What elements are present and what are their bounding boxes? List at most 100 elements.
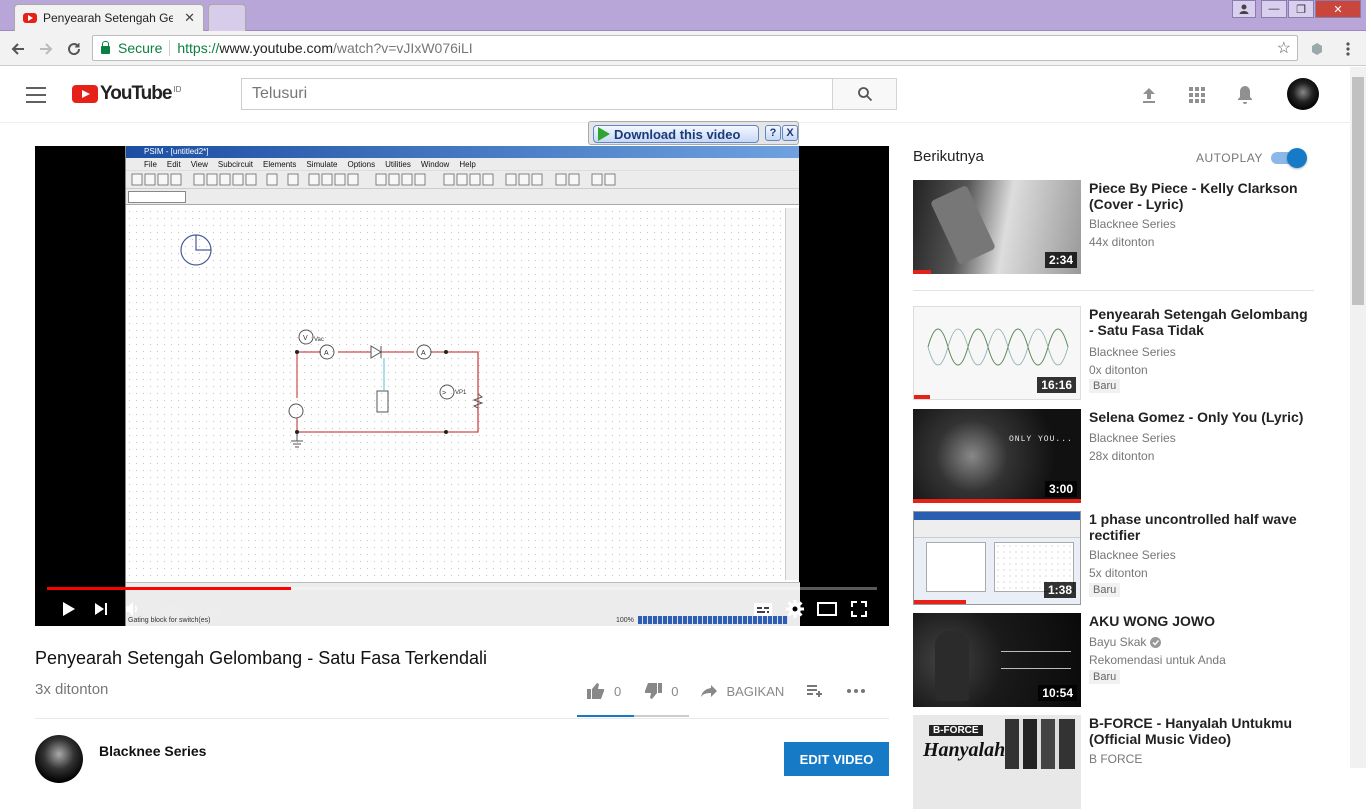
recommendation-title[interactable]: 1 phase uncontrolled half wave rectifier [1089,511,1309,543]
dislike-button[interactable]: 0 [637,682,690,700]
recommendation-item[interactable]: 10:54 AKU WONG JOWO Bayu Skak Rekomendas… [913,613,1313,707]
play-icon [63,602,75,616]
youtube-favicon-icon [23,13,37,23]
thumbs-up-icon [587,683,604,699]
recommendation-views: 5x ditonton [1089,566,1148,580]
psim-toolbar-icons [131,173,616,186]
recommendation-title[interactable]: Selena Gomez - Only You (Lyric) [1089,409,1309,425]
url-host: www.youtube.com [219,40,333,56]
duration-badge: 3:00 [1044,481,1077,497]
maximize-button[interactable]: ❐ [1288,0,1314,18]
duration-badge: 10:54 [1038,685,1077,701]
verified-check-icon [1150,636,1162,648]
recommendation-item[interactable]: 1:38 1 phase uncontrolled half wave rect… [913,511,1313,605]
svg-text:A: A [324,350,329,357]
recommendation-item[interactable]: 16:16 Penyearah Setengah Gelombang - Sat… [913,306,1313,400]
chrome-menu-icon[interactable] [1336,37,1360,61]
download-video-button[interactable]: Download this video [593,125,759,143]
youtube-play-icon [72,85,98,103]
tab-active[interactable]: Penyearah Setengah Gelom ✕ [14,4,204,31]
next-button[interactable] [85,595,117,623]
recommendation-item[interactable]: ONLY YOU... 3:00 Selena Gomez - Only You… [913,409,1313,503]
recommendation-channel: B FORCE [1089,752,1143,766]
youtube-logo[interactable]: YouTube ID [72,83,181,105]
channel-avatar[interactable] [35,735,83,783]
recommendation-item[interactable]: B-FORCE Hanyalah B-FORCE - Hanyalah Untu… [913,715,1313,809]
up-next-heading: Berikutnya [913,148,984,165]
vp1-label: VP1 [455,390,467,396]
volume-button[interactable] [117,595,149,623]
video-progress-bar[interactable] [47,587,877,590]
recommendation-title[interactable]: B-FORCE - Hanyalah Untukmu (Official Mus… [1089,715,1309,747]
reload-button[interactable] [62,37,86,61]
video-player[interactable]: PSIM - [untitled2*] File Edit View Subcircu… [35,146,889,626]
theater-icon [817,602,837,616]
recommendation-title[interactable]: Piece By Piece - Kelly Clarkson (Cover -… [1089,180,1309,212]
youtube-header: YouTube ID Telusuri [0,67,1350,123]
divider [35,718,889,719]
hamburger-menu-icon[interactable] [26,87,46,103]
fullscreen-button[interactable] [843,595,875,623]
psim-canvas: A A V > Vac VP1 [126,208,786,580]
like-button[interactable]: 0 [580,682,633,700]
secure-indicator[interactable]: Secure [93,40,162,56]
play-button[interactable] [53,595,85,623]
upload-icon[interactable] [1138,84,1160,106]
new-badge: Baru [1089,583,1121,597]
settings-button[interactable] [779,595,811,623]
search-input[interactable]: Telusuri [241,78,833,110]
url-protocol: https:// [177,40,220,56]
more-actions-button[interactable] [840,689,878,693]
user-profile-button[interactable] [1232,0,1256,18]
window-close-button[interactable]: ✕ [1315,0,1361,18]
minimize-button[interactable]: — [1261,0,1287,18]
tab-close-icon[interactable]: ✕ [184,10,195,26]
dislike-count: 0 [671,683,679,699]
page-scrollbar[interactable] [1350,67,1366,768]
logo-country: ID [173,84,182,94]
add-to-playlist-button[interactable] [800,684,836,698]
recommendation-item[interactable]: 2:34 Piece By Piece - Kelly Clarkson (Co… [913,180,1313,274]
search-button[interactable] [832,78,897,110]
theater-mode-button[interactable] [811,595,843,623]
bookmark-star-icon[interactable]: ☆ [1277,38,1291,58]
video-thumbnail[interactable]: 2:34 [913,180,1081,274]
recommendation-title[interactable]: Penyearah Setengah Gelombang - Satu Fasa… [1089,306,1309,338]
circuit-diagram: A A V > Vac VP1 [180,234,484,448]
share-button[interactable]: BAGIKAN [694,684,796,699]
fullscreen-icon [851,601,867,617]
video-thumbnail[interactable]: ONLY YOU... 3:00 [913,409,1081,503]
extension-icon[interactable] [1305,37,1329,61]
notification-bell-icon[interactable] [1234,84,1256,106]
video-thumbnail[interactable]: 1:38 [913,511,1081,605]
forward-button[interactable] [34,37,58,61]
autoplay-label: AUTOPLAY [1196,151,1263,165]
search-icon [857,87,872,102]
thumbs-down-icon [645,683,663,699]
recommendation-channel: Blacknee Series [1089,345,1176,359]
share-icon [701,685,718,697]
new-tab-button[interactable] [208,4,246,31]
thumbnail-logo-text: B-FORCE [929,725,983,736]
duration-badge: 2:34 [1044,252,1077,268]
psim-vscroll [785,208,799,580]
address-bar[interactable]: Secure https:// www.youtube.com /watch?v… [92,35,1298,61]
apps-grid-icon[interactable] [1186,84,1208,106]
avatar[interactable] [1287,78,1319,110]
back-button[interactable] [6,37,30,61]
channel-name[interactable]: Blacknee Series [99,743,206,759]
download-close-button[interactable]: X [782,125,798,141]
download-help-button[interactable]: ? [765,125,781,141]
new-badge: Baru [1089,670,1121,684]
edit-video-button[interactable]: EDIT VIDEO [784,742,889,776]
psim-toolbar [126,171,799,189]
captions-button[interactable] [747,595,779,623]
video-thumbnail[interactable]: 16:16 [913,306,1081,400]
autoplay-toggle[interactable] [1271,148,1307,168]
svg-text:A: A [421,350,426,357]
recommendation-reason: Rekomendasi untuk Anda [1089,653,1226,667]
view-count: 3x ditonton [35,681,109,698]
video-thumbnail[interactable]: B-FORCE Hanyalah [913,715,1081,809]
recommendation-title[interactable]: AKU WONG JOWO [1089,613,1309,629]
video-thumbnail[interactable]: 10:54 [913,613,1081,707]
